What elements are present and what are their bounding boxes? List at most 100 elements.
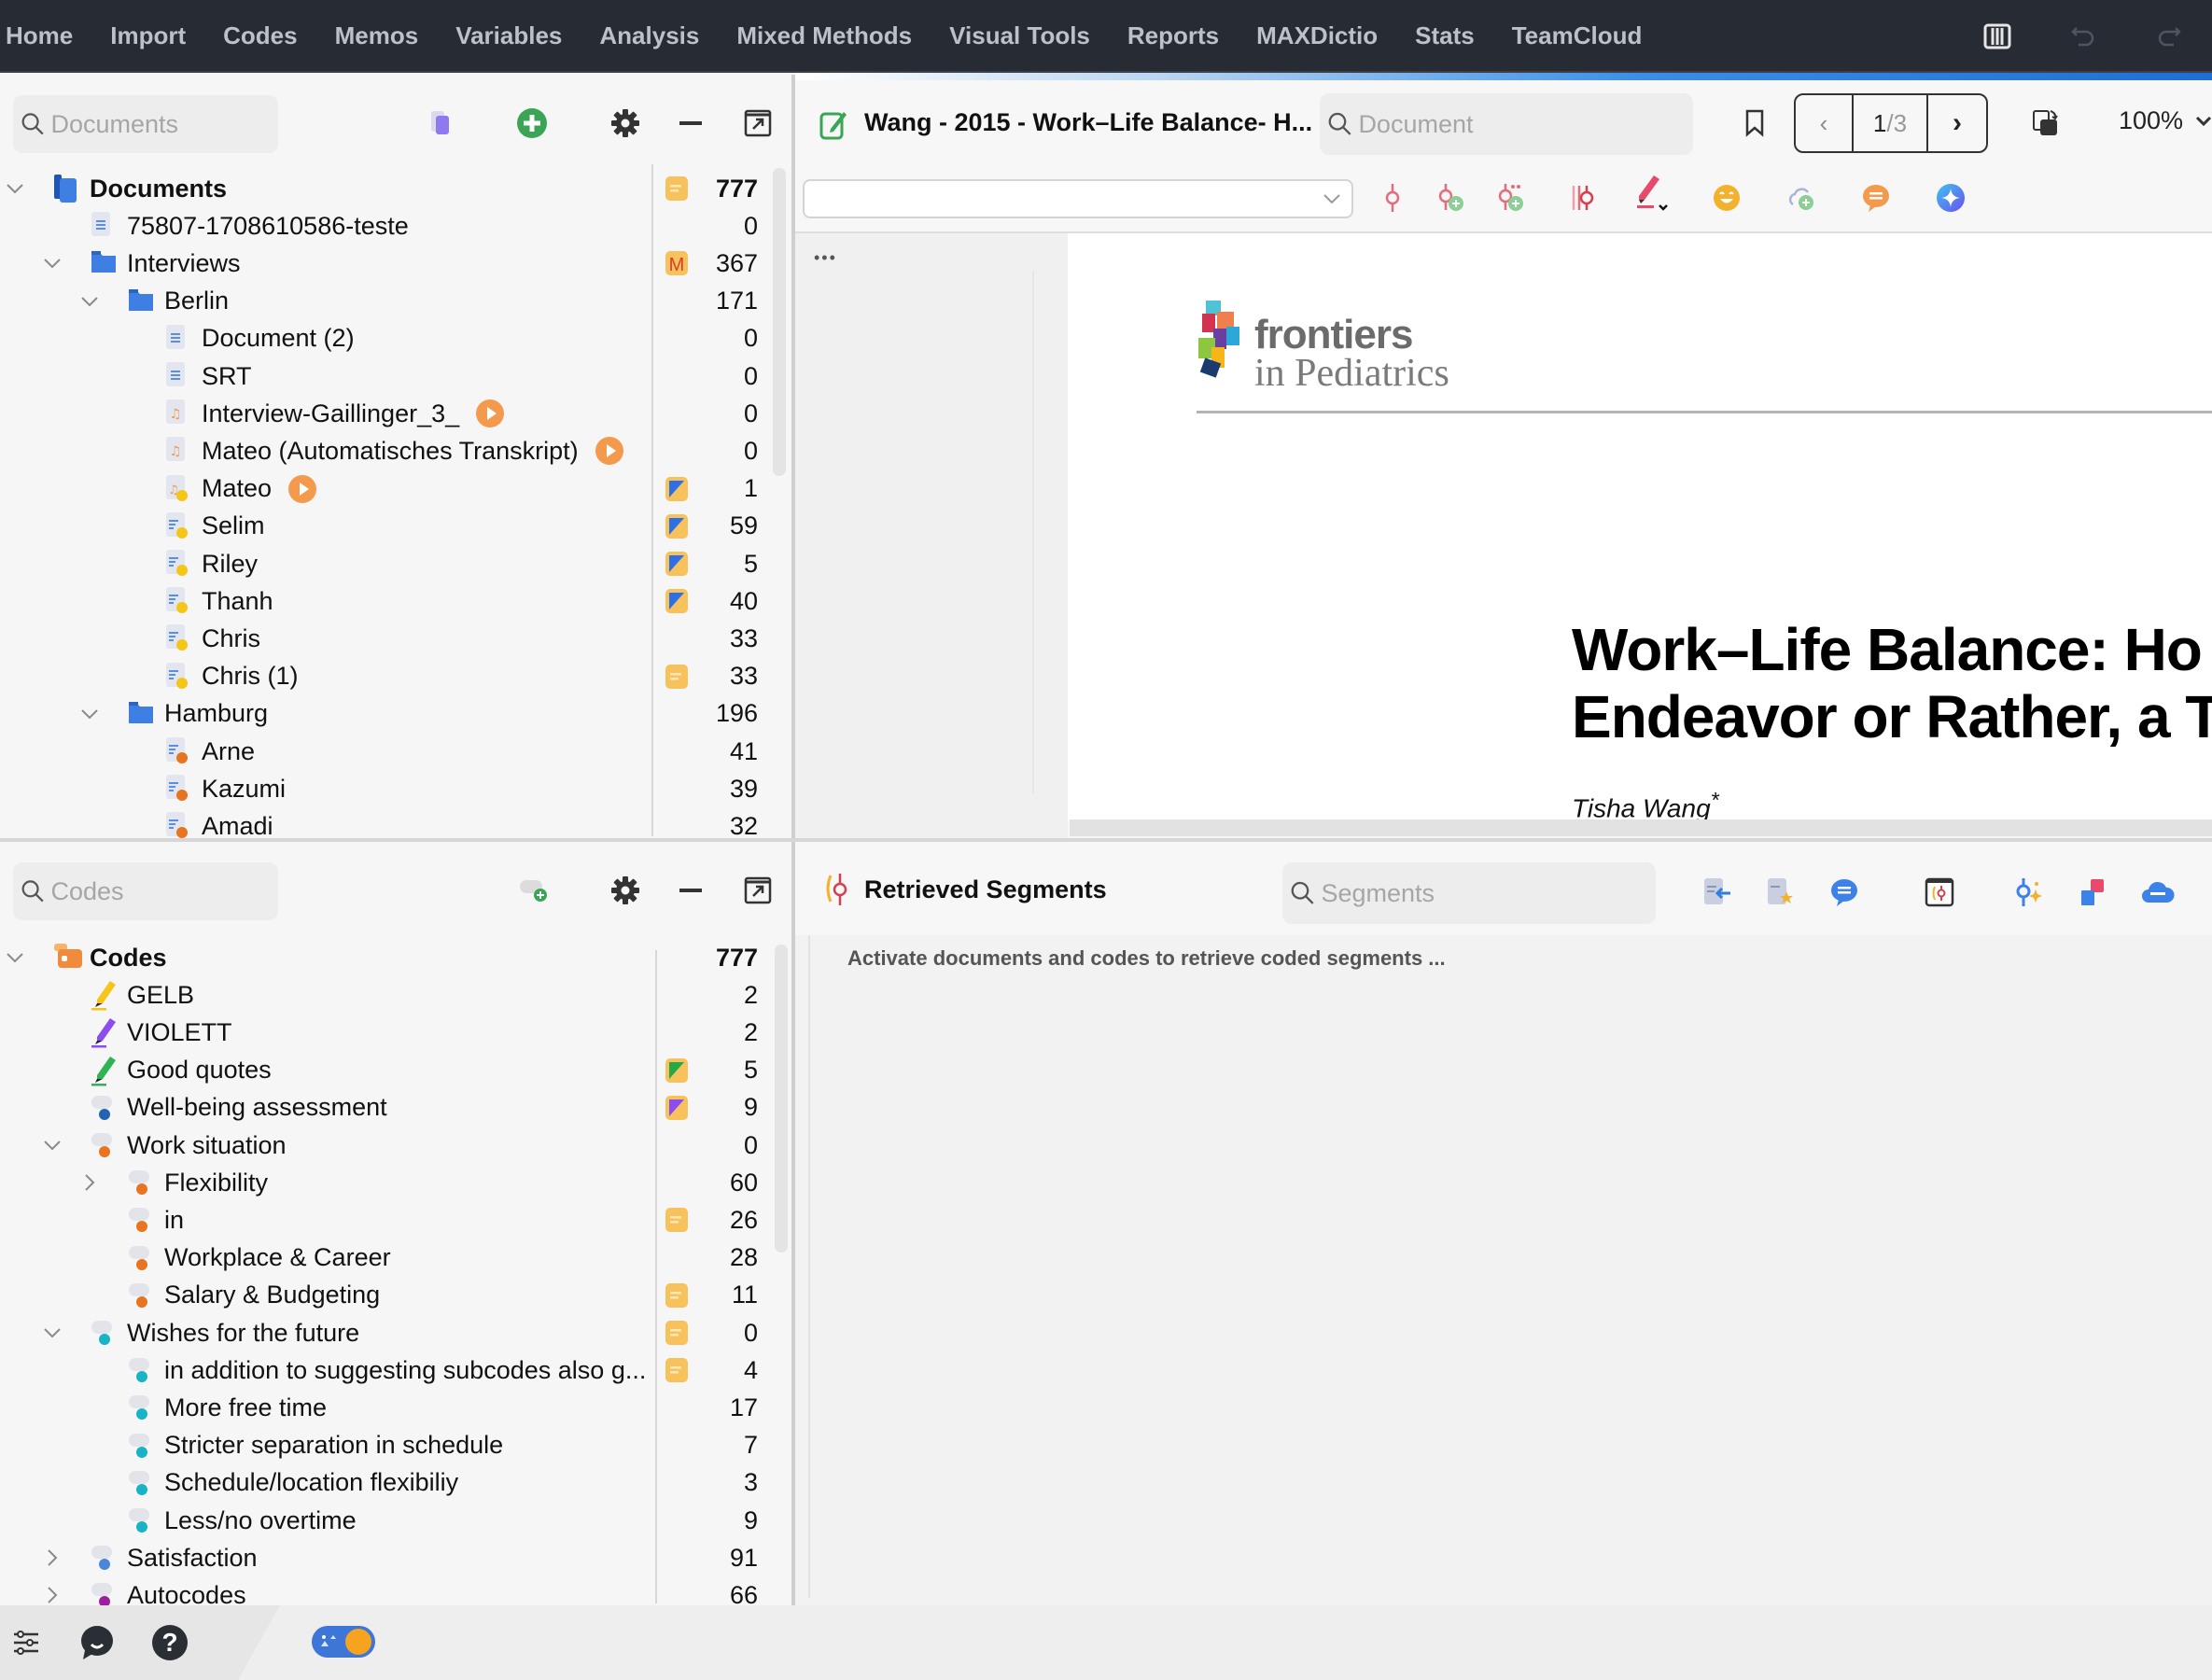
menu-teamcloud[interactable]: TeamCloud [1493,21,1661,50]
tree-item[interactable]: Hamburg 196 [0,695,765,733]
theme-toggle-icon[interactable] [312,1626,375,1658]
new-memo-cloud-icon[interactable] [1781,177,1822,218]
chevron-down-icon[interactable] [4,946,26,969]
tree-item[interactable]: Chris (1) 33 [0,658,765,695]
redo-icon[interactable] [2150,18,2188,55]
chevron-down-icon[interactable] [4,177,26,200]
chevron-down-icon[interactable] [78,703,101,725]
menu-maxdictio[interactable]: MAXDictio [1238,21,1396,50]
menu-mixed-methods[interactable]: Mixed Methods [718,21,931,50]
menu-home[interactable]: Home [0,21,91,50]
tree-item[interactable]: Thanh 40 [0,582,765,620]
help-icon[interactable]: ? [149,1622,190,1663]
document-search[interactable] [1320,93,1693,155]
edit-document-icon[interactable] [819,108,847,140]
tree-item[interactable]: Work situation 0 [0,1127,765,1164]
tree-item[interactable]: Amadi 32 [0,807,765,838]
teamcloud-icon[interactable] [2137,872,2178,913]
tree-item[interactable]: Stricter separation in schedule 7 [0,1427,765,1464]
chevron-right-icon[interactable] [41,1547,63,1569]
document-set-icon[interactable] [420,103,461,144]
tree-item[interactable]: Arne 41 [0,733,765,770]
comment-icon[interactable] [1824,872,1865,913]
menu-analysis[interactable]: Analysis [581,21,718,50]
layout-icon[interactable] [1979,18,2016,55]
tree-item[interactable]: in 26 [0,1201,765,1239]
tree-item[interactable]: Selim 59 [0,508,765,545]
highlighter-icon[interactable] [1630,172,1671,213]
tree-item[interactable]: Good quotes 5 [0,1052,765,1089]
chat-icon[interactable] [77,1622,118,1663]
codes-search[interactable] [13,862,278,920]
minimize-icon[interactable] [670,103,711,144]
tree-item[interactable]: Well-being assessment 9 [0,1089,765,1127]
document-horizontal-scrollbar[interactable] [1070,819,2212,836]
tree-root[interactable]: Documents 777 [0,170,765,207]
undo-icon[interactable] [2065,18,2102,55]
play-media-icon[interactable] [476,399,504,428]
undock-icon[interactable] [737,103,778,144]
previous-page-button[interactable]: ‹ [1796,95,1854,151]
minimize-icon[interactable] [670,870,711,911]
tree-item[interactable]: Salary & Budgeting 11 [0,1277,765,1314]
document-switch-icon[interactable] [2025,103,2066,144]
code-dropdown[interactable] [803,179,1353,218]
chevron-down-icon[interactable] [41,1322,63,1344]
tree-item[interactable]: SRT 0 [0,357,765,395]
code-icon[interactable] [1372,177,1413,218]
tree-item[interactable]: 75807-1708610586-teste 0 [0,207,765,245]
add-document-button[interactable] [511,103,553,144]
tree-item[interactable]: Schedule/location flexibiliy 3 [0,1464,765,1502]
tree-item[interactable]: Workplace & Career 28 [0,1239,765,1277]
chevron-down-icon[interactable] [78,290,101,313]
comment-icon[interactable] [1855,177,1897,218]
overview-icon[interactable] [2072,872,2113,913]
settings-sliders-icon[interactable] [6,1622,47,1663]
menu-visual-tools[interactable]: Visual Tools [931,21,1109,50]
tree-item[interactable]: Interviews M 367 [0,245,765,282]
tree-item[interactable]: Document (2) 0 [0,320,765,357]
menu-variables[interactable]: Variables [437,21,581,50]
tree-item[interactable]: Riley 5 [0,545,765,582]
documents-settings-button[interactable] [605,103,646,144]
chevron-right-icon[interactable] [41,1584,63,1605]
next-page-button[interactable]: › [1928,95,1986,151]
tree-item[interactable]: Chris 33 [0,620,765,657]
tree-item[interactable]: Satisfaction 91 [0,1539,765,1576]
code-in-vivo-icon[interactable] [1490,177,1531,218]
tree-item[interactable]: Berlin 171 [0,283,765,320]
chevron-down-icon[interactable] [41,1134,63,1156]
tree-item[interactable]: ♫ Mateo (Automatisches Transkript) 0 [0,432,765,469]
ai-assist-icon[interactable] [1930,177,1971,218]
tree-root[interactable]: Codes 777 [0,939,765,976]
code-with-new-code-icon[interactable] [1430,177,1471,218]
smart-coding-icon[interactable] [1919,872,1960,913]
uncode-icon[interactable] [1562,177,1603,218]
tree-item[interactable]: More free time 17 [0,1389,765,1426]
tree-item[interactable]: VIOLETT 2 [0,1014,765,1051]
document-search-input[interactable] [1358,109,1693,139]
menu-stats[interactable]: Stats [1396,21,1493,50]
tree-item[interactable]: GELB 2 [0,976,765,1014]
zoom-select[interactable]: 100% [2119,106,2212,135]
menu-import[interactable]: Import [91,21,204,50]
documents-search[interactable] [13,95,278,153]
documents-search-input[interactable] [50,109,278,139]
tree-item[interactable]: ♫ Interview-Gaillinger_3_ 0 [0,395,765,432]
export-segments-icon[interactable] [1697,872,1738,913]
segments-search[interactable] [1282,862,1656,924]
tree-item[interactable]: Wishes for the future 0 [0,1314,765,1351]
codes-settings-button[interactable] [605,870,646,911]
menu-codes[interactable]: Codes [204,21,315,50]
tree-item[interactable]: ♫ Mateo 1 [0,470,765,508]
bookmark-icon[interactable] [1734,103,1775,144]
segments-search-input[interactable] [1321,878,1656,908]
tree-item[interactable]: Autocodes 66 [0,1576,765,1605]
new-code-button[interactable] [513,870,554,911]
undock-icon[interactable] [737,870,778,911]
menu-reports[interactable]: Reports [1109,21,1238,50]
favorite-segments-icon[interactable] [1760,872,1801,913]
play-media-icon[interactable] [288,474,316,503]
chevron-right-icon[interactable] [78,1171,101,1194]
play-media-icon[interactable] [595,437,623,466]
